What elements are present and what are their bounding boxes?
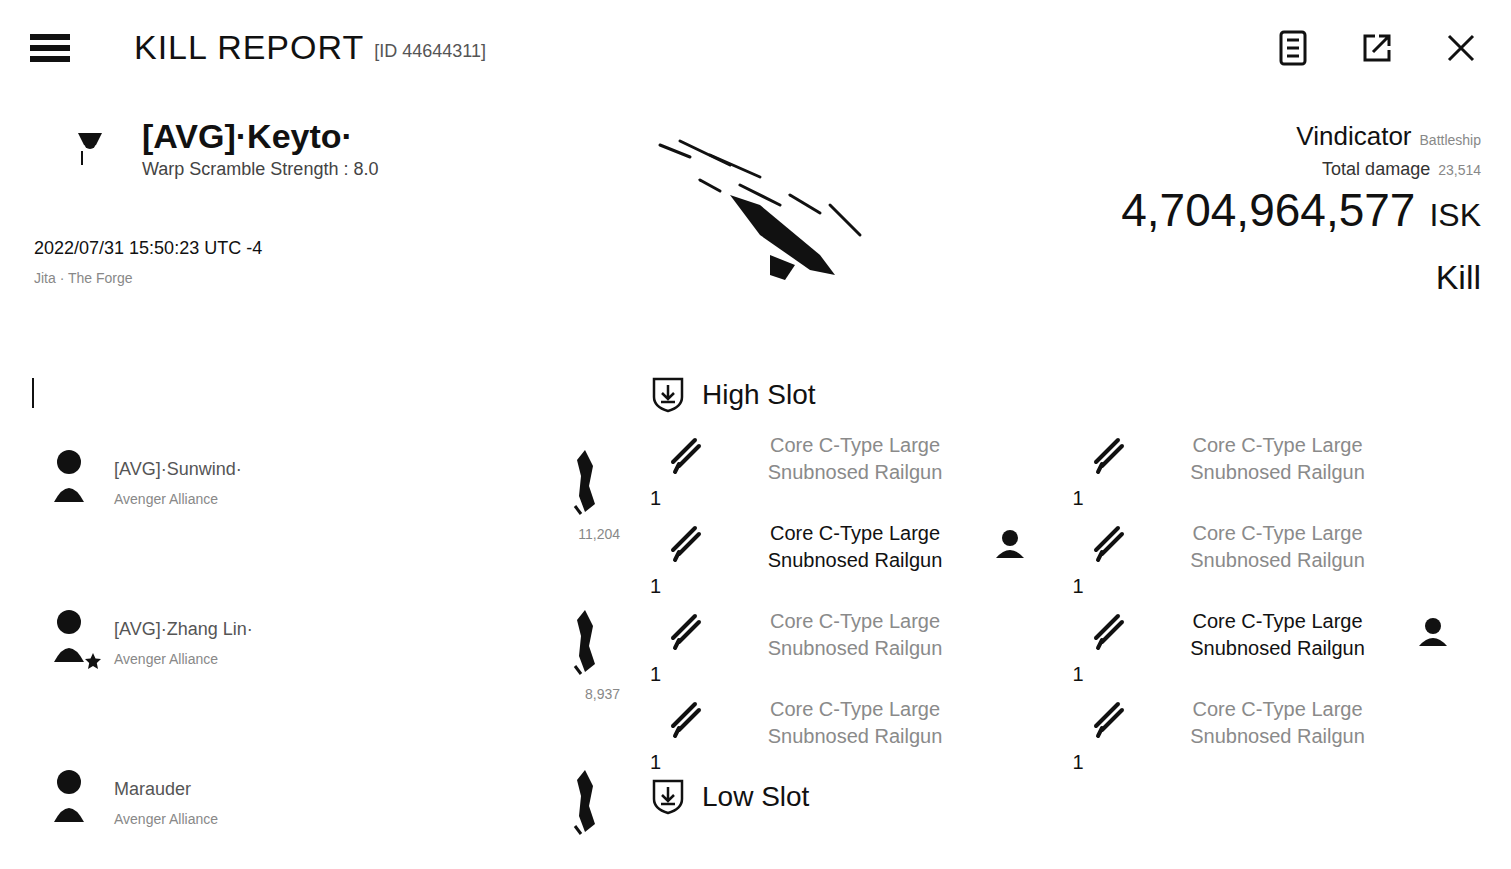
module-qty: 1	[1073, 752, 1143, 772]
kill-result: Kill	[890, 252, 1481, 303]
module-item[interactable]: 1Core C-Type Large Snubnosed Railgun	[1073, 684, 1496, 772]
final-blow-star-icon	[84, 652, 102, 670]
attacker-row[interactable]: Marauder Avenger Alliance	[30, 766, 630, 869]
module-name: Core C-Type Large Snubnosed Railgun	[720, 684, 990, 772]
report-body: [AVG]·Sunwind·Avenger Alliance11,204[AVG…	[0, 370, 1511, 869]
isk-value: 4,704,964,577	[1121, 184, 1415, 236]
copy-icon[interactable]	[1273, 28, 1313, 68]
module-item[interactable]: 1Core C-Type Large Snubnosed Railgun	[650, 684, 1073, 772]
module-name: Core C-Type Large Snubnosed Railgun	[720, 420, 990, 508]
railgun-icon	[1088, 608, 1128, 652]
attacker-damage: 11,204	[30, 524, 630, 545]
kill-time: 2022/07/31 15:50:23 UTC -4	[34, 235, 610, 262]
module-item[interactable]: 1Core C-Type Large Snubnosed Railgun	[1073, 596, 1496, 684]
module-name: Core C-Type Large Snubnosed Railgun	[720, 596, 990, 684]
module-qty: 1	[650, 752, 720, 772]
pilot-portrait-icon	[60, 117, 120, 183]
scroll-marker	[32, 378, 34, 408]
attacker-damage: 8,937	[30, 684, 630, 705]
slot-header: High Slot	[650, 370, 1495, 420]
victim-panel: [AVG]·Keyto·Warp Scramble Strength : 8.0…	[0, 95, 1511, 370]
railgun-icon	[665, 520, 705, 564]
attacker-portrait-icon	[44, 446, 94, 506]
ship-icon	[610, 95, 890, 370]
module-qty: 1	[1073, 664, 1143, 684]
attacker-name: [AVG]·Zhang Lin·	[114, 616, 550, 643]
dropped-pilot-icon	[990, 508, 1030, 596]
close-icon[interactable]	[1441, 28, 1481, 68]
ship-class: Battleship	[1420, 132, 1481, 148]
attacker-list: [AVG]·Sunwind·Avenger Alliance11,204[AVG…	[30, 370, 630, 869]
module-item[interactable]: 1Core C-Type Large Snubnosed Railgun	[1073, 508, 1496, 596]
slot-title: Low Slot	[702, 776, 809, 818]
module-name: Core C-Type Large Snubnosed Railgun	[1143, 508, 1413, 596]
module-qty: 1	[1073, 576, 1143, 596]
module-qty: 1	[650, 664, 720, 684]
railgun-icon	[1088, 696, 1128, 740]
victim-info: [AVG]·Keyto·Warp Scramble Strength : 8.0…	[0, 95, 610, 370]
railgun-icon	[665, 608, 705, 652]
attacker-ship-icon	[550, 446, 610, 516]
ship-name: Vindicator	[1296, 121, 1411, 151]
menu-icon[interactable]	[30, 32, 70, 64]
header-bar: KILL REPORT [ID 44644311]	[0, 0, 1511, 95]
kill-summary: Vindicator Battleship Total damage 23,514 4,…	[890, 95, 1481, 370]
module-name: Core C-Type Large Snubnosed Railgun	[1143, 420, 1413, 508]
slot-shield-icon	[650, 375, 686, 415]
attacker-row[interactable]: [AVG]·Sunwind· Avenger Alliance 11,204	[30, 446, 630, 606]
fitting-panel: High Slot1Core C-Type Large Snubnosed Ra…	[630, 370, 1511, 869]
railgun-icon	[1088, 520, 1128, 564]
attacker-portrait-icon	[44, 606, 94, 666]
attacker-row[interactable]: [AVG]·Zhang Lin· Avenger Alliance 8,937	[30, 606, 630, 766]
victim-name: [AVG]·Keyto·	[142, 117, 378, 156]
attacker-corp: Avenger Alliance	[114, 649, 550, 670]
module-item[interactable]: 1Core C-Type Large Snubnosed Railgun	[650, 420, 1073, 508]
railgun-icon	[665, 696, 705, 740]
slot-grid: 1Core C-Type Large Snubnosed Railgun1Cor…	[650, 420, 1495, 772]
damage-value: 23,514	[1438, 162, 1481, 178]
module-name: Core C-Type Large Snubnosed Railgun	[720, 508, 990, 596]
damage-label: Total damage	[1322, 159, 1430, 179]
module-qty: 1	[1073, 488, 1143, 508]
attacker-name: [AVG]·Sunwind·	[114, 456, 550, 483]
page-title: KILL REPORT	[134, 27, 364, 68]
module-name: Core C-Type Large Snubnosed Railgun	[1143, 684, 1413, 772]
module-qty: 1	[650, 488, 720, 508]
attacker-ship-icon	[550, 766, 610, 836]
railgun-icon	[1088, 432, 1128, 476]
report-id: [ID 44644311]	[374, 38, 486, 65]
dropped-pilot-icon	[1413, 596, 1453, 684]
module-name: Core C-Type Large Snubnosed Railgun	[1143, 596, 1413, 684]
module-item[interactable]: 1Core C-Type Large Snubnosed Railgun	[650, 596, 1073, 684]
attacker-name: Marauder	[114, 776, 550, 803]
slot-header: Low Slot	[650, 772, 1495, 822]
slot-title: High Slot	[702, 374, 816, 416]
attacker-corp: Avenger Alliance	[114, 809, 550, 830]
victim-stat: Warp Scramble Strength : 8.0	[142, 156, 378, 183]
kill-location: Jita · The Forge	[34, 268, 610, 289]
currency: ISK	[1429, 197, 1481, 233]
slot-shield-icon	[650, 777, 686, 817]
module-item[interactable]: 1Core C-Type Large Snubnosed Railgun	[650, 508, 1073, 596]
railgun-icon	[665, 432, 705, 476]
share-icon[interactable]	[1357, 28, 1397, 68]
attacker-portrait-icon	[44, 766, 94, 826]
attacker-ship-icon	[550, 606, 610, 676]
attacker-corp: Avenger Alliance	[114, 489, 550, 510]
module-qty: 1	[650, 576, 720, 596]
module-item[interactable]: 1Core C-Type Large Snubnosed Railgun	[1073, 420, 1496, 508]
